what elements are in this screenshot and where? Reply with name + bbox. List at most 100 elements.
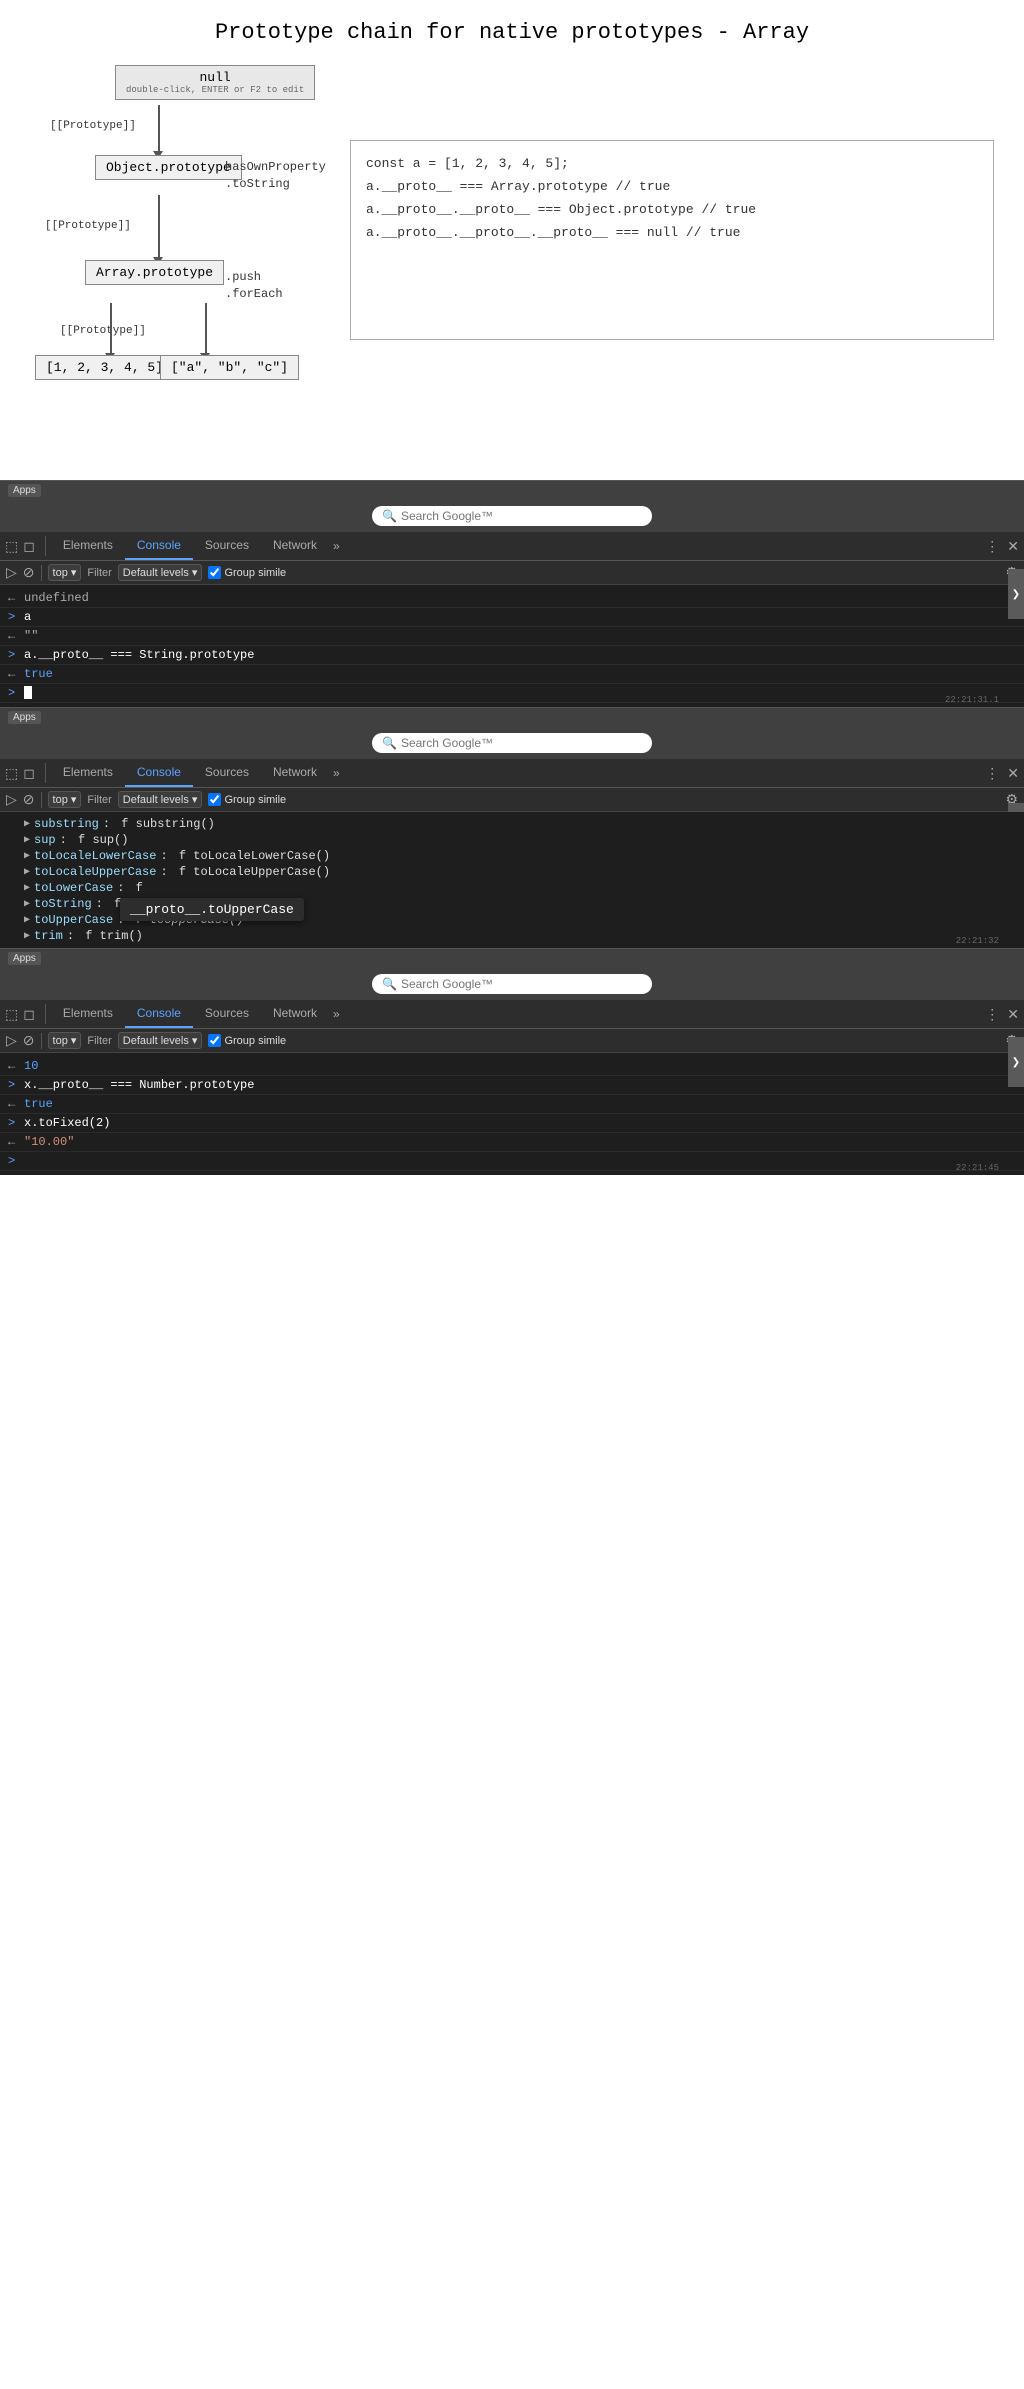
tab-overflow-3[interactable]: » — [333, 1007, 340, 1021]
group-similar-checkbox-1[interactable]: Group simile — [208, 566, 286, 579]
tree-arrow-toLocaleLowerCase[interactable]: ▶ — [24, 850, 30, 862]
search-input-3[interactable] — [401, 977, 642, 991]
val-toLowerCase: f — [136, 881, 143, 895]
inspect-icon-1[interactable]: ◻ — [23, 538, 35, 555]
play-icon-1[interactable]: ▷ — [6, 564, 17, 581]
node-arr2: ["a", "b", "c"] — [160, 355, 299, 380]
val-sup: f sup() — [78, 833, 128, 847]
tab-elements-1[interactable]: Elements — [51, 532, 125, 560]
more-vert-icon-3[interactable]: ⋮ — [985, 1006, 999, 1023]
block-icon-1[interactable]: ⊘ — [23, 564, 35, 581]
chevron-down-icon-1: ▾ — [71, 566, 77, 579]
prompt-undefined: ← — [8, 591, 20, 605]
console-toolbar-3: ▷ ⊘ top ▾ Filter Default levels ▾ Group … — [0, 1029, 1024, 1053]
close-icon-2[interactable]: ✕ — [1007, 765, 1019, 782]
tab-console-1[interactable]: Console — [125, 532, 193, 560]
console-line-empty-3[interactable]: > — [0, 1152, 1024, 1171]
tab-network-3[interactable]: Network — [261, 1000, 329, 1028]
prompt-tofixed: > — [8, 1116, 20, 1130]
cursor-icon-1[interactable]: ⬚ — [5, 538, 18, 555]
search-bar-1[interactable]: 🔍 — [372, 506, 652, 526]
text-10: 10 — [24, 1059, 1016, 1073]
inspect-icon-3[interactable]: ◻ — [23, 1006, 35, 1023]
tab-elements-2[interactable]: Elements — [51, 759, 125, 787]
chevron-down-icon-2: ▾ — [71, 793, 77, 806]
timestamp-1: 22:21:31.1 — [945, 695, 999, 705]
group-similar-input-1[interactable] — [208, 566, 221, 579]
tree-arrow-sup[interactable]: ▶ — [24, 834, 30, 846]
context-select-2[interactable]: top ▾ — [48, 791, 82, 808]
play-icon-3[interactable]: ▷ — [6, 1032, 17, 1049]
level-select-3[interactable]: Default levels ▾ — [118, 1032, 203, 1049]
prop-sup: sup — [34, 833, 56, 847]
text-empty: "" — [24, 629, 1016, 643]
node-null-label: null — [200, 70, 231, 85]
tree-arrow-toString[interactable]: ▶ — [24, 898, 30, 910]
search-icon-3: 🔍 — [382, 977, 397, 991]
prompt-proto: > — [8, 648, 20, 662]
console-line-x-proto: > x.__proto__ === Number.prototype — [0, 1076, 1024, 1095]
close-icon-3[interactable]: ✕ — [1007, 1006, 1019, 1023]
group-similar-input-3[interactable] — [208, 1034, 221, 1047]
cursor-icon-2[interactable]: ⬚ — [5, 765, 18, 782]
search-bar-2[interactable]: 🔍 — [372, 733, 652, 753]
group-similar-input-2[interactable] — [208, 793, 221, 806]
block-icon-2[interactable]: ⊘ — [23, 791, 35, 808]
proto-label-3: [[Prototype]] — [60, 325, 146, 337]
prop-substring: substring — [34, 817, 99, 831]
tree-arrow-substring[interactable]: ▶ — [24, 818, 30, 830]
more-vert-icon-1[interactable]: ⋮ — [985, 538, 999, 555]
search-icon-1: 🔍 — [382, 509, 397, 523]
node-object-proto[interactable]: Object.prototype — [95, 155, 242, 180]
expand-btn-1[interactable]: ❯ — [1008, 569, 1024, 619]
tab-network-2[interactable]: Network — [261, 759, 329, 787]
node-null[interactable]: null double-click, ENTER or F2 to edit — [115, 65, 315, 100]
colon-substring: : — [103, 817, 117, 831]
tab-sep-3 — [45, 1004, 46, 1024]
tab-sources-2[interactable]: Sources — [193, 759, 261, 787]
context-select-1[interactable]: top ▾ — [48, 564, 82, 581]
prop-toUpperCase: toUpperCase — [34, 913, 113, 927]
level-select-1[interactable]: Default levels ▾ — [118, 564, 203, 581]
group-similar-checkbox-3[interactable]: Group simile — [208, 1034, 286, 1047]
console-line-proto-check: > a.__proto__ === String.prototype — [0, 646, 1024, 665]
context-select-3[interactable]: top ▾ — [48, 1032, 82, 1049]
cursor-icon-3[interactable]: ⬚ — [5, 1006, 18, 1023]
tree-line-toLocaleLowerCase: ▶ toLocaleLowerCase : f toLocaleLowerCas… — [0, 848, 1024, 864]
code-box: const a = [1, 2, 3, 4, 5]; a.__proto__ =… — [350, 140, 994, 340]
text-true-3: true — [24, 1097, 1016, 1111]
node-null-edit: double-click, ENTER or F2 to edit — [126, 85, 304, 95]
close-icon-1[interactable]: ✕ — [1007, 538, 1019, 555]
expand-btn-3[interactable]: ❯ — [1008, 1037, 1024, 1087]
group-similar-checkbox-2[interactable]: Group simile — [208, 793, 286, 806]
tab-sources-1[interactable]: Sources — [193, 532, 261, 560]
tab-console-3[interactable]: Console — [125, 1000, 193, 1028]
block-icon-3[interactable]: ⊘ — [23, 1032, 35, 1049]
colon-toString2: : — [96, 897, 110, 911]
prop-trim: trim — [34, 929, 63, 943]
level-select-2[interactable]: Default levels ▾ — [118, 791, 203, 808]
tab-bar-2: ⬚ ◻ Elements Console Sources Network » ⋮… — [0, 759, 1024, 788]
tab-network-1[interactable]: Network — [261, 532, 329, 560]
tree-arrow-toLocaleUpperCase[interactable]: ▶ — [24, 866, 30, 878]
node-array-proto[interactable]: Array.prototype — [85, 260, 224, 285]
tab-sources-3[interactable]: Sources — [193, 1000, 261, 1028]
tab-overflow-2[interactable]: » — [333, 766, 340, 780]
play-icon-2[interactable]: ▷ — [6, 791, 17, 808]
tab-overflow-1[interactable]: » — [333, 539, 340, 553]
code-line-1: const a = [1, 2, 3, 4, 5]; — [366, 156, 978, 171]
tab-console-2[interactable]: Console — [125, 759, 193, 787]
filter-label-3: Filter — [87, 1035, 111, 1047]
tree-arrow-trim[interactable]: ▶ — [24, 930, 30, 942]
console-line-cursor[interactable]: > — [0, 684, 1024, 703]
node-arr1-label: [1, 2, 3, 4, 5] — [46, 360, 163, 375]
tab-elements-3[interactable]: Elements — [51, 1000, 125, 1028]
search-bar-3[interactable]: 🔍 — [372, 974, 652, 994]
tree-arrow-toUpperCase[interactable]: ▶ — [24, 914, 30, 926]
tree-arrow-toLowerCase[interactable]: ▶ — [24, 882, 30, 894]
search-input-2[interactable] — [401, 736, 642, 750]
more-vert-icon-2[interactable]: ⋮ — [985, 765, 999, 782]
inspect-icon-2[interactable]: ◻ — [23, 765, 35, 782]
text-undefined: undefined — [24, 591, 1016, 605]
search-input-1[interactable] — [401, 509, 642, 523]
